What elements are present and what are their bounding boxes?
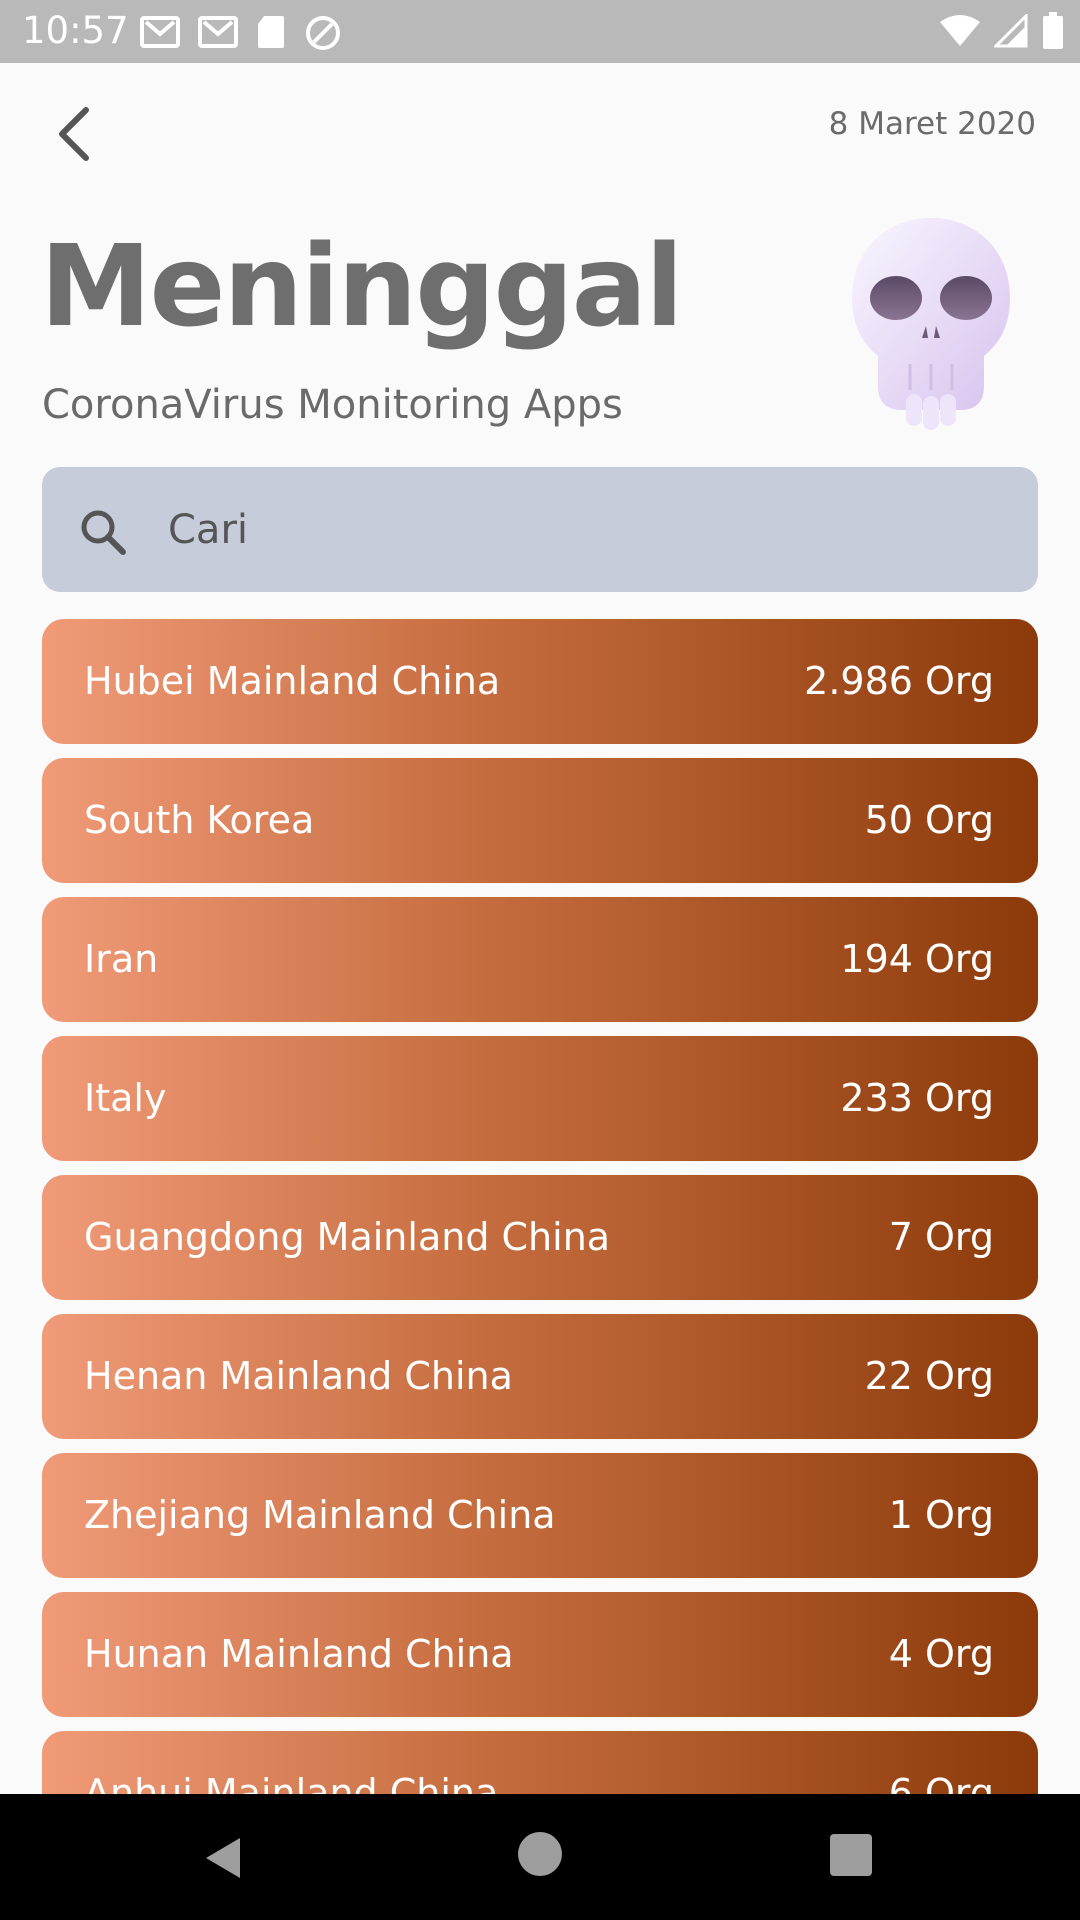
item-name: Hunan Mainland China xyxy=(84,1632,514,1676)
page-title: Meninggal xyxy=(40,222,684,352)
item-name: Guangdong Mainland China xyxy=(84,1215,611,1259)
list-item[interactable]: Henan Mainland China 22 Org xyxy=(42,1314,1038,1439)
item-count: 22 Org xyxy=(864,1354,994,1398)
list-item[interactable]: Hubei Mainland China 2.986 Org xyxy=(42,619,1038,744)
item-count: 194 Org xyxy=(840,937,994,981)
item-name: South Korea xyxy=(84,798,315,842)
gmail-icon xyxy=(140,14,180,50)
skull-icon xyxy=(846,214,1016,434)
status-time: 10:57 xyxy=(22,9,129,52)
item-name: Henan Mainland China xyxy=(84,1354,513,1398)
item-count: 1 Org xyxy=(888,1493,994,1537)
system-nav-bar xyxy=(0,1794,1080,1920)
item-count: 50 Org xyxy=(864,798,994,842)
item-name: Iran xyxy=(84,937,159,981)
item-count: 2.986 Org xyxy=(804,659,994,703)
wifi-icon xyxy=(940,14,980,48)
item-name: Italy xyxy=(84,1076,167,1120)
sd-card-icon xyxy=(256,14,286,50)
list-item[interactable]: Iran 194 Org xyxy=(42,897,1038,1022)
nav-home-icon[interactable] xyxy=(518,1832,562,1876)
item-count: 4 Org xyxy=(888,1632,994,1676)
search-icon xyxy=(78,507,128,557)
date-label: 8 Maret 2020 xyxy=(828,106,1036,142)
page-subtitle: CoronaVirus Monitoring Apps xyxy=(42,382,623,428)
battery-icon xyxy=(1042,12,1064,50)
item-count: 7 Org xyxy=(888,1215,994,1259)
list-item[interactable]: Zhejiang Mainland China 1 Org xyxy=(42,1453,1038,1578)
chevron-left-icon xyxy=(54,106,94,166)
status-icons-right xyxy=(940,12,1064,50)
list-item[interactable]: South Korea 50 Org xyxy=(42,758,1038,883)
item-count: 233 Org xyxy=(840,1076,994,1120)
search-bar[interactable] xyxy=(42,467,1038,592)
nav-recents-icon[interactable] xyxy=(830,1834,872,1876)
gmail-icon xyxy=(198,14,238,50)
search-input[interactable] xyxy=(166,495,986,565)
list-item[interactable]: Anhui Mainland China 6 Org xyxy=(42,1731,1038,1794)
status-bar: 10:57 xyxy=(0,0,1080,63)
list-item[interactable]: Hunan Mainland China 4 Org xyxy=(42,1592,1038,1717)
item-count: 6 Org xyxy=(888,1771,994,1794)
list-item[interactable]: Italy 233 Org xyxy=(42,1036,1038,1161)
status-icons-left xyxy=(140,14,342,50)
nav-back-icon[interactable] xyxy=(200,1834,248,1882)
item-name: Zhejiang Mainland China xyxy=(84,1493,556,1537)
cell-signal-icon xyxy=(994,14,1028,48)
back-button[interactable] xyxy=(42,100,106,172)
list-item[interactable]: Guangdong Mainland China 7 Org xyxy=(42,1175,1038,1300)
item-name: Hubei Mainland China xyxy=(84,659,501,703)
item-name: Anhui Mainland China xyxy=(84,1771,499,1794)
deaths-list: Hubei Mainland China 2.986 Org South Kor… xyxy=(42,619,1038,1794)
sync-icon xyxy=(304,14,342,50)
